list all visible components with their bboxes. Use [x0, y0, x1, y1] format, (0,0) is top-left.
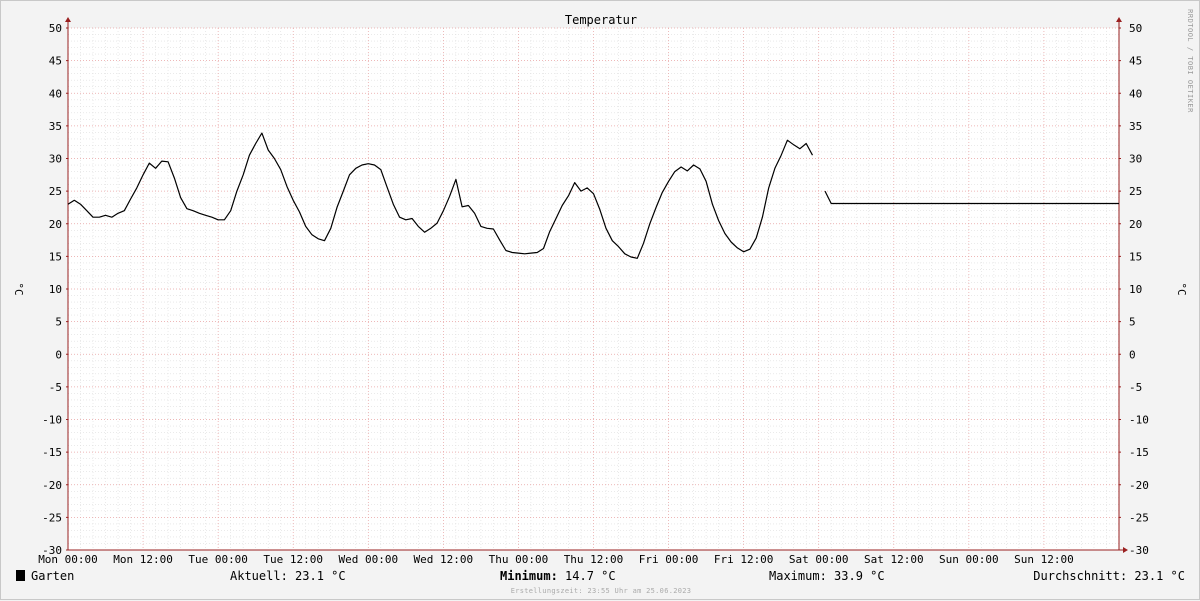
x-tick-label: Fri 12:00 — [714, 553, 774, 566]
y-tick-label: 20 — [49, 218, 62, 231]
y-tick-label: 25 — [1129, 185, 1142, 198]
y-tick-label: -15 — [1129, 446, 1149, 459]
x-tick-label: Wed 00:00 — [338, 553, 398, 566]
chart-title: Temperatur — [565, 13, 637, 27]
x-tick-label: Tue 00:00 — [188, 553, 248, 566]
temperature-chart: 50454035302520151050-5-10-15-20-25-30 50… — [12, 9, 1194, 595]
y-tick-label: 5 — [55, 316, 62, 329]
x-tick-label: Tue 12:00 — [263, 553, 323, 566]
y-tick-label: -25 — [1129, 511, 1149, 524]
y-tick-label: -10 — [1129, 414, 1149, 427]
y-tick-label: 35 — [1129, 120, 1142, 133]
y-tick-label: 10 — [1129, 283, 1142, 296]
x-tick-label: Sun 00:00 — [939, 553, 999, 566]
y-axis-label-left: °C — [12, 282, 25, 295]
legend-swatch-garten — [16, 570, 25, 581]
y-tick-label: 50 — [1129, 22, 1142, 35]
y-tick-label: 45 — [49, 55, 62, 68]
x-tick-label: Sun 12:00 — [1014, 553, 1074, 566]
legend-aktuell: Aktuell: 23.1 °C — [230, 569, 346, 583]
y-tick-label: 30 — [49, 153, 62, 166]
y-tick-label: 40 — [49, 87, 62, 100]
y-tick-label: -20 — [1129, 479, 1149, 492]
legend-durchschnitt: Durchschnitt: 23.1 °C — [1033, 569, 1185, 583]
x-tick-label: Thu 12:00 — [564, 553, 624, 566]
graph-frame: 50 45 40 35 30 25 20 15 10 5 0 -5 -10 -15 -20 -25 -30 50… — [0, 0, 1200, 600]
y-tick-label: -5 — [1129, 381, 1142, 394]
y-tick-label: -15 — [42, 446, 62, 459]
y-tick-label: 35 — [49, 120, 62, 133]
x-tick-label: Thu 00:00 — [489, 553, 549, 566]
y-tick-label: 20 — [1129, 218, 1142, 231]
x-tick-label: Wed 12:00 — [414, 553, 474, 566]
x-tick-label: Mon 12:00 — [113, 553, 173, 566]
x-axis-arrow — [1123, 547, 1128, 553]
y-tick-label: 45 — [1129, 55, 1142, 68]
y-tick-labels-right: 50454035302520151050-5-10-15-20-25-30 — [1129, 22, 1149, 557]
footnote-created: Erstellungszeit: 23:55 Uhr am 25.06.2023 — [511, 587, 692, 595]
y-tick-label: 25 — [49, 185, 62, 198]
y-tick-label: 30 — [1129, 153, 1142, 166]
x-tick-label: Mon 00:00 — [38, 553, 98, 566]
y-tick-label: -30 — [1129, 544, 1149, 557]
x-tick-labels: Mon 00:00 Mon 12:00 Tue 00:00 Tue 12:00 Wed … — [38, 553, 1074, 566]
x-tick-label: Sat 00:00 — [789, 553, 849, 566]
y-tick-label: -20 — [42, 479, 62, 492]
y-tick-label: 40 — [1129, 87, 1142, 100]
x-tick-label: Fri 00:00 — [639, 553, 699, 566]
rrdtool-credit: RRDTOOL / TOBI OETIKER — [1186, 9, 1194, 113]
legend-minimum-label: Minimum: — [500, 569, 558, 583]
y-tick-label: 50 — [49, 22, 62, 35]
legend-minimum: Minimum: 14.7 °C — [500, 569, 616, 583]
y-tick-label: 0 — [1129, 348, 1136, 361]
y-tick-label: 10 — [49, 283, 62, 296]
y-axis-arrow-right — [1116, 17, 1122, 22]
y-tick-label: -5 — [49, 381, 62, 394]
legend-maximum: Maximum: 33.9 °C — [769, 569, 885, 583]
legend-minimum-value: 14.7 °C — [558, 569, 616, 583]
legend-series-label: Garten — [31, 569, 74, 583]
y-tick-label: 5 — [1129, 316, 1136, 329]
y-tick-labels-left: 50454035302520151050-5-10-15-20-25-30 — [42, 22, 62, 557]
y-tick-label: 0 — [55, 348, 62, 361]
x-tick-label: Sat 12:00 — [864, 553, 924, 566]
y-axis-arrow-left — [65, 17, 71, 22]
y-tick-label: 15 — [1129, 250, 1142, 263]
y-axis-label-right: °C — [1175, 282, 1188, 295]
y-tick-label: 15 — [49, 250, 62, 263]
y-tick-label: -25 — [42, 511, 62, 524]
y-tick-label: -10 — [42, 414, 62, 427]
